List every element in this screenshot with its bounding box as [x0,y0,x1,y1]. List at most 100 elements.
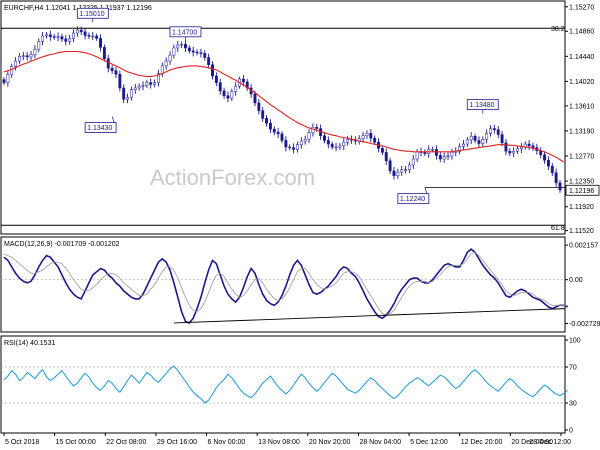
price-tick-label: 1.13190 [569,128,594,135]
candle-body [56,36,60,38]
candle-body [508,150,512,154]
current-price-label: 1.12196 [569,188,594,195]
axis-layer: 5 Oct 2018 15 Oct 00:00 22 Oct 08:00 29 Oct… [3,433,571,446]
candle-body [149,82,153,85]
candle-body [33,48,37,55]
candle-body [10,66,14,76]
watermark: ActionForex.com [150,165,315,190]
candle-body [272,128,276,133]
candle-body [442,156,446,160]
candle-body [485,133,489,140]
macd-tick-label: 0.002157 [569,243,598,250]
candle-body [118,73,122,89]
candle-body [346,139,350,143]
candle-body [361,135,365,139]
candle-body [226,95,230,99]
candle-body [45,34,48,37]
time-tick-label: 29 Oct 16:00 [157,439,197,446]
candle-body [141,85,145,87]
candle-body [411,158,415,166]
candle-body [299,140,303,145]
candle-body [380,147,384,153]
candle-body [2,79,6,83]
price-panel [0,0,566,235]
candle-body [415,151,419,160]
candle-body [230,91,234,99]
time-tick-label: 13 Nov 08:00 [258,439,300,446]
candle-body [516,148,519,152]
macd-tick-label: -0.002729 [569,321,600,328]
candle-body [550,165,554,173]
candle-body [25,55,29,58]
candle-body [99,38,102,48]
candle-body [37,41,41,50]
macd-title: MACD(12,26,9) -0.001709 -0.001202 [4,241,120,248]
rsi-tick-label: 70 [569,365,577,372]
candle-body [268,122,272,130]
price-tag-label: 1.13480 [469,102,494,109]
candle-body [106,58,110,69]
candle-body [129,89,133,98]
candle-body [29,54,33,58]
candle-body [438,155,442,160]
candle-body [558,182,562,191]
candle-body [473,136,477,141]
price-tick-label: 1.14860 [569,29,594,36]
price-tick-label: 1.12350 [569,179,594,186]
candle-body [288,146,292,149]
candle-body [373,137,377,143]
time-tick-label: 28 Dec 12:00 [529,439,571,446]
price-tag-label: 1.12240 [400,196,425,203]
candle-body [95,35,99,39]
time-tick-label: 5 Dec 12:00 [410,439,448,446]
price-tick-label: 1.11520 [569,228,594,235]
candle-body [83,31,87,36]
candle-body [434,149,438,156]
candle-body [365,133,369,136]
candle-body [446,155,450,158]
candle-body [407,164,411,170]
candle-body [477,140,481,144]
candle-body [91,35,95,38]
candle-body [122,87,126,100]
candle-body [295,144,299,150]
candle-body [315,127,319,129]
candle-body [187,47,191,52]
candle-body [17,56,21,62]
candle-body [214,75,218,83]
candle-body [265,118,269,124]
chart-canvas: ActionForex.com EURCHF,H4 1.12041 1.1222… [0,0,600,446]
candle-body [431,149,435,151]
candle-body [110,68,114,71]
candle-body [241,78,245,83]
candle-body [326,140,330,145]
candle-body [404,169,408,171]
rsi-panel [0,335,566,434]
candle-body [543,154,547,161]
candle-body [307,132,311,140]
candle-body [102,47,106,59]
candle-body [276,131,280,135]
candle-body [176,44,180,49]
candle-body [79,29,83,33]
time-tick-label: 12 Dec 20:00 [461,439,503,446]
candle-body [334,146,338,149]
candle-body [21,55,25,57]
candle-body [52,36,56,38]
time-tick-label: 6 Nov 00:00 [208,439,246,446]
candle-body [164,60,168,67]
candle-body [284,140,288,148]
candle-body [199,52,203,54]
candle-body [400,169,404,173]
price-tick-label: 1.14440 [569,54,594,61]
candle-body [218,82,222,92]
candle-body [211,64,214,77]
candle-body [14,60,18,67]
candle-body [133,87,137,90]
candle-body [369,133,373,139]
candle-body [160,65,164,74]
candle-body [388,160,392,172]
fib-61-label: 61.8 [551,225,565,232]
candle-body [6,74,10,83]
candle-body [450,152,454,157]
